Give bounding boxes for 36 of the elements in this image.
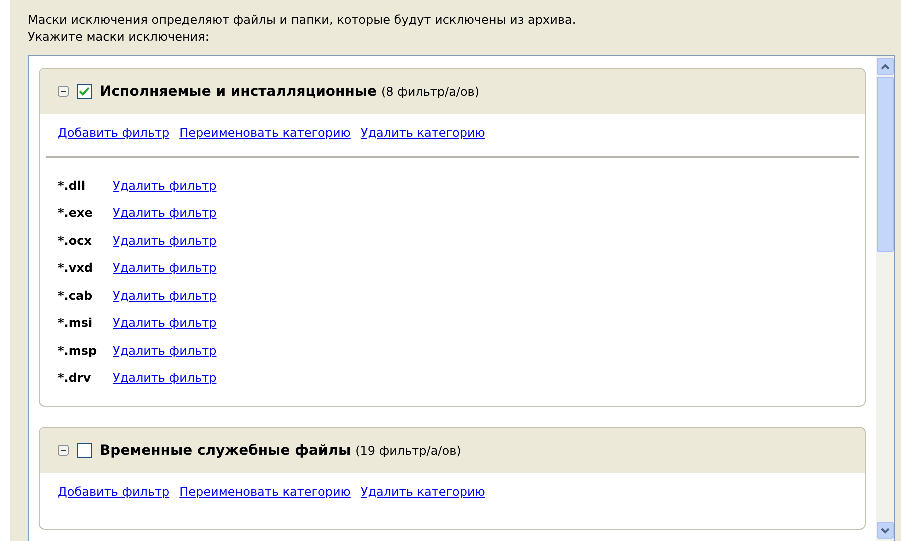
- chevron-down-icon: [880, 528, 890, 534]
- instruction-text: Укажите маски исключения:: [28, 29, 210, 46]
- category-checkbox[interactable]: [77, 443, 92, 458]
- filter-mask: *.ocx: [58, 234, 93, 248]
- filter-mask: *.exe: [58, 206, 94, 220]
- filter-mask: *.drv: [58, 371, 92, 386]
- remove-filter-link[interactable]: Удалить фильтр: [113, 316, 217, 330]
- filter-mask: *.msp: [58, 344, 98, 358]
- remove-filter-link[interactable]: Удалить фильтр: [113, 344, 217, 358]
- remove-filter-link[interactable]: Удалить фильтр: [113, 371, 217, 386]
- vertical-scrollbar[interactable]: [876, 56, 894, 541]
- filter-mask: *.cab: [58, 288, 94, 303]
- category-action-link[interactable]: Добавить фильтр: [58, 485, 170, 499]
- scroll-up-button[interactable]: [876, 58, 894, 75]
- filter-mask: *.vxd: [58, 261, 94, 276]
- remove-filter-link[interactable]: Удалить фильтр: [113, 178, 217, 193]
- remove-filter-link[interactable]: Удалить фильтр: [113, 288, 217, 303]
- category-checkbox[interactable]: [77, 84, 92, 99]
- category-action-link[interactable]: Переименовать категорию: [180, 126, 351, 140]
- category-title: Исполняемые и инсталляционные (8 фильтр/а/ов): [100, 84, 480, 100]
- category-title: Временные служебные файлы (19 фильтр/а/ов): [100, 442, 462, 458]
- collapse-icon[interactable]: [58, 445, 69, 456]
- category-action-link[interactable]: Добавить фильтр: [58, 126, 170, 140]
- filter-mask: *.msi: [58, 316, 94, 330]
- scroll-down-button[interactable]: [876, 522, 894, 539]
- remove-filter-link[interactable]: Удалить фильтр: [113, 261, 217, 276]
- scroll-thumb[interactable]: [876, 77, 894, 252]
- collapse-icon[interactable]: [58, 86, 69, 97]
- category-action-link[interactable]: Удалить категорию: [360, 485, 486, 499]
- instruction-text: Маски исключения определяют файлы и папки, которые будут исключены из архива.: [28, 12, 578, 29]
- remove-filter-link[interactable]: Удалить фильтр: [113, 206, 217, 220]
- chevron-up-icon: [880, 64, 890, 70]
- filter-mask: *.dll: [58, 178, 87, 193]
- remove-filter-link[interactable]: Удалить фильтр: [113, 234, 217, 248]
- category-action-link[interactable]: Удалить категорию: [360, 126, 486, 140]
- category-action-link[interactable]: Переименовать категорию: [180, 485, 351, 499]
